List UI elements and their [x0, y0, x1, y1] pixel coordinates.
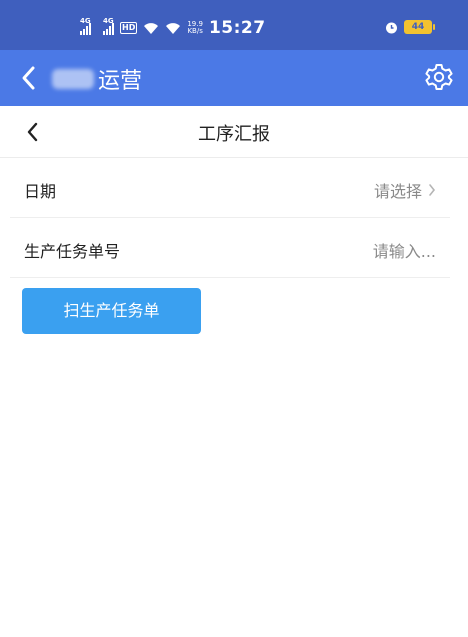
gear-icon[interactable]: [424, 62, 454, 92]
wifi-icon-2: [166, 22, 181, 34]
network-type-2: 4G: [103, 17, 114, 25]
date-placeholder: 请选择: [373, 182, 422, 201]
network-speed: 19.9 KB/s: [187, 21, 203, 35]
clock: 15:27: [208, 18, 266, 38]
status-bar-left: 4G 4G HD 19.9 KB/s 15:27: [80, 17, 266, 38]
date-label: 日期: [24, 182, 57, 201]
page-title: 工序汇报: [198, 124, 270, 145]
page-header: 工序汇报: [0, 106, 468, 158]
speed-unit: KB/s: [187, 27, 203, 35]
hd-badge: HD: [120, 22, 138, 34]
app-title-text: 运营: [98, 69, 143, 94]
network-type-1: 4G: [80, 17, 91, 25]
signal-icon-2: 4G: [103, 17, 114, 35]
redacted-text: [52, 69, 94, 89]
app-title: 运营: [52, 63, 142, 95]
signal-icon: 4G: [80, 17, 91, 35]
app-bar: 运营: [0, 50, 468, 106]
date-row[interactable]: 日期 请选择: [10, 158, 450, 218]
alarm-icon: [386, 22, 397, 33]
scan-task-button[interactable]: 扫生产任务单: [22, 288, 201, 334]
status-bar: 4G 4G HD 19.9 KB/s 15:27 44: [0, 0, 468, 50]
date-picker[interactable]: 请选择: [374, 178, 436, 202]
chevron-right-icon: [429, 184, 436, 196]
task-no-input[interactable]: 请输入...: [373, 238, 436, 262]
battery-indicator: 44: [404, 20, 435, 34]
status-bar-right: 44: [385, 20, 435, 34]
back-icon[interactable]: [18, 64, 40, 92]
task-no-row[interactable]: 生产任务单号 请输入...: [10, 218, 450, 278]
wifi-icon: [144, 22, 159, 34]
task-no-label: 生产任务单号: [24, 242, 121, 261]
task-no-placeholder: 请输入...: [372, 242, 436, 261]
